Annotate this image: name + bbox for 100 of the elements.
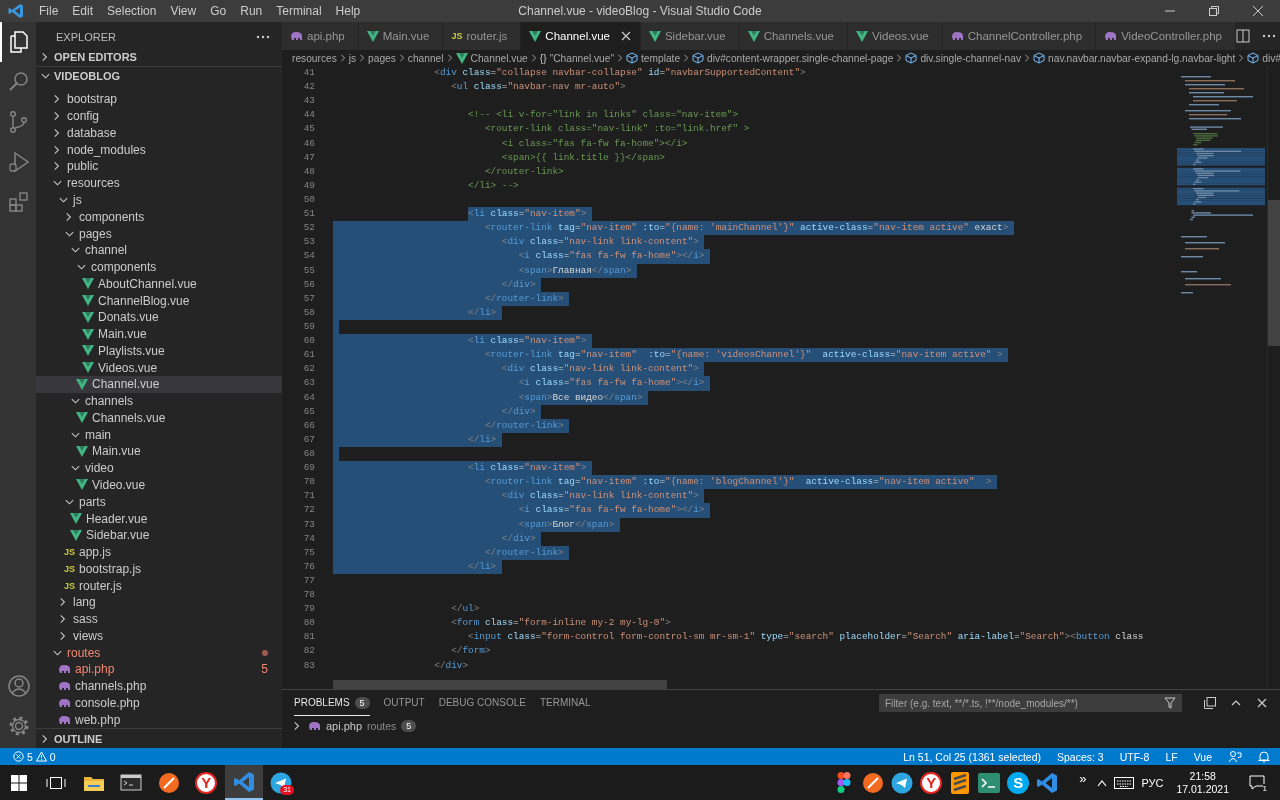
vscode-logo-icon[interactable] [232,770,255,793]
tree-item[interactable]: Channel.vue [36,376,282,393]
tree-item[interactable]: Channels.vue [36,409,282,427]
filter-field[interactable]: Filter (e.g. text, **/*.ts, !**/node_modules/**) [879,694,1182,712]
scrollbar-thumb[interactable] [1268,200,1280,346]
panel-tab[interactable]: OUTPUT [383,690,425,716]
editor-tab[interactable]: ChannelController.php [942,22,1097,50]
horizontal-scrollbar[interactable] [333,680,667,689]
more-icon[interactable] [1261,34,1276,38]
menu-item[interactable]: File [32,0,66,22]
tree-item[interactable]: Playlists.vue [36,342,282,360]
tree-item[interactable]: Sidebar.vue [36,526,282,544]
tree-item[interactable]: pages [36,225,282,242]
tree-item[interactable]: channel [36,241,282,259]
close-icon[interactable] [1256,697,1268,709]
breadcrumb[interactable]: js [348,52,357,64]
keyboard-icon[interactable] [1114,776,1135,789]
tree-item[interactable]: resources [36,174,282,192]
collapse-all-icon[interactable] [1204,697,1216,709]
status-item[interactable]: Spaces: 3 [1051,750,1110,763]
tray-overflow-button[interactable]: » [1079,771,1087,786]
tree-item[interactable]: bootstrap [36,91,282,108]
section-header[interactable]: VIDEOBLOG [36,66,282,85]
panel-tab[interactable]: PROBLEMS 5 [294,690,370,716]
breadcrumb[interactable]: div# [1247,52,1280,64]
clock[interactable]: 21:58 17.01.2021 [1176,769,1229,796]
tree-item[interactable]: ChannelBlog.vue [36,292,282,309]
editor-tab[interactable]: Sidebar.vue [640,22,740,50]
tree-item[interactable]: public [36,158,282,175]
tree-item[interactable]: routes [36,644,282,662]
status-item[interactable]: Ln 51, Col 25 (1361 selected) [897,750,1047,763]
play-bug-icon[interactable] [7,150,31,174]
compass-icon[interactable] [157,771,180,794]
figma-logo-icon[interactable] [837,772,852,793]
panel-tab[interactable]: DEBUG CONSOLE [438,690,526,716]
task-view-icon[interactable] [46,774,67,791]
problem-item[interactable]: api.php routes 5 [282,716,1280,736]
tree-item[interactable]: Main.vue [36,443,282,460]
account-icon[interactable] [7,674,31,698]
breadcrumb[interactable]: template [626,52,681,64]
extensions-icon[interactable] [7,190,31,214]
settings-icon[interactable] [7,714,31,738]
tree-item[interactable]: video [36,459,282,477]
tree-item[interactable]: api.php 5 [36,661,282,678]
more-icon[interactable] [256,35,270,39]
tree-item[interactable]: Donats.vue [36,308,282,326]
tree-item[interactable]: JS router.js [36,577,282,594]
filter-icon[interactable] [1164,697,1176,709]
editor-tab[interactable]: Videos.vue [848,22,943,50]
breadcrumb[interactable]: div.single-channel-nav [905,52,1022,64]
status-item[interactable]: LF [1159,750,1184,763]
status-item[interactable]: Vue [1187,750,1218,763]
editor-tab[interactable]: Main.vue [358,22,444,50]
language-indicator[interactable]: РУС [1141,776,1164,789]
status-item[interactable]: UTF-8 [1113,750,1156,763]
tree-item[interactable]: Main.vue [36,325,282,343]
notifications-icon[interactable] [1249,775,1265,790]
paper-plane-icon[interactable] [891,771,914,794]
restore-icon[interactable] [1209,6,1219,16]
tree-item[interactable]: channels.php [36,677,282,695]
tree-item[interactable]: JS app.js [36,543,282,561]
browser-icon[interactable]: Y [920,771,943,794]
problems-status[interactable]: 5 0 [10,750,59,763]
tree-item[interactable]: Videos.vue [36,359,282,376]
menu-item[interactable]: View [163,0,204,22]
feedback-icon[interactable] [1228,749,1242,764]
tree-item[interactable]: components [36,208,282,226]
bell-icon[interactable] [1258,750,1270,763]
files-icon[interactable] [7,30,31,54]
tree-item[interactable]: parts [36,493,282,511]
editor-tab[interactable]: Channel.vue [521,22,641,50]
editor-tab[interactable]: Channels.vue [739,22,848,50]
terminal-icon[interactable] [978,772,1001,793]
breadcrumb[interactable]: pages [368,52,396,64]
breadcrumb[interactable]: Channel.vue [455,52,528,64]
windows-logo-icon[interactable] [10,774,27,791]
tree-item[interactable]: main [36,426,282,444]
menu-item[interactable]: Selection [100,0,164,22]
tree-item[interactable]: JS bootstrap.js [36,560,282,578]
section-header[interactable]: OPEN EDITORS [36,48,282,66]
tree-item[interactable]: database [36,124,282,142]
breadcrumb[interactable]: channel [407,52,444,64]
editor-tab[interactable]: api.php [282,22,359,50]
sublime-logo-icon[interactable] [951,771,970,794]
editor-tab[interactable]: JS router.js [443,22,522,50]
chevron-up-icon[interactable] [1097,778,1108,787]
tree-item[interactable]: sass [36,610,282,628]
tree-item[interactable]: web.php [36,711,282,728]
close-icon[interactable] [1253,6,1263,16]
browser-icon[interactable]: Y [195,771,218,794]
terminal-window-icon[interactable] [120,772,143,793]
tree-item[interactable]: channels [36,392,282,410]
breadcrumb[interactable]: {} "Channel.vue" [539,52,615,64]
tree-item[interactable]: lang [36,593,282,611]
menu-item[interactable]: Help [328,0,368,22]
tree-item[interactable]: views [36,627,282,645]
split-editor-icon[interactable] [1235,29,1250,43]
tree-item[interactable]: config [36,107,282,125]
editor-tab[interactable]: VideoController.php [1096,22,1236,50]
tree-item[interactable]: Video.vue [36,476,282,494]
